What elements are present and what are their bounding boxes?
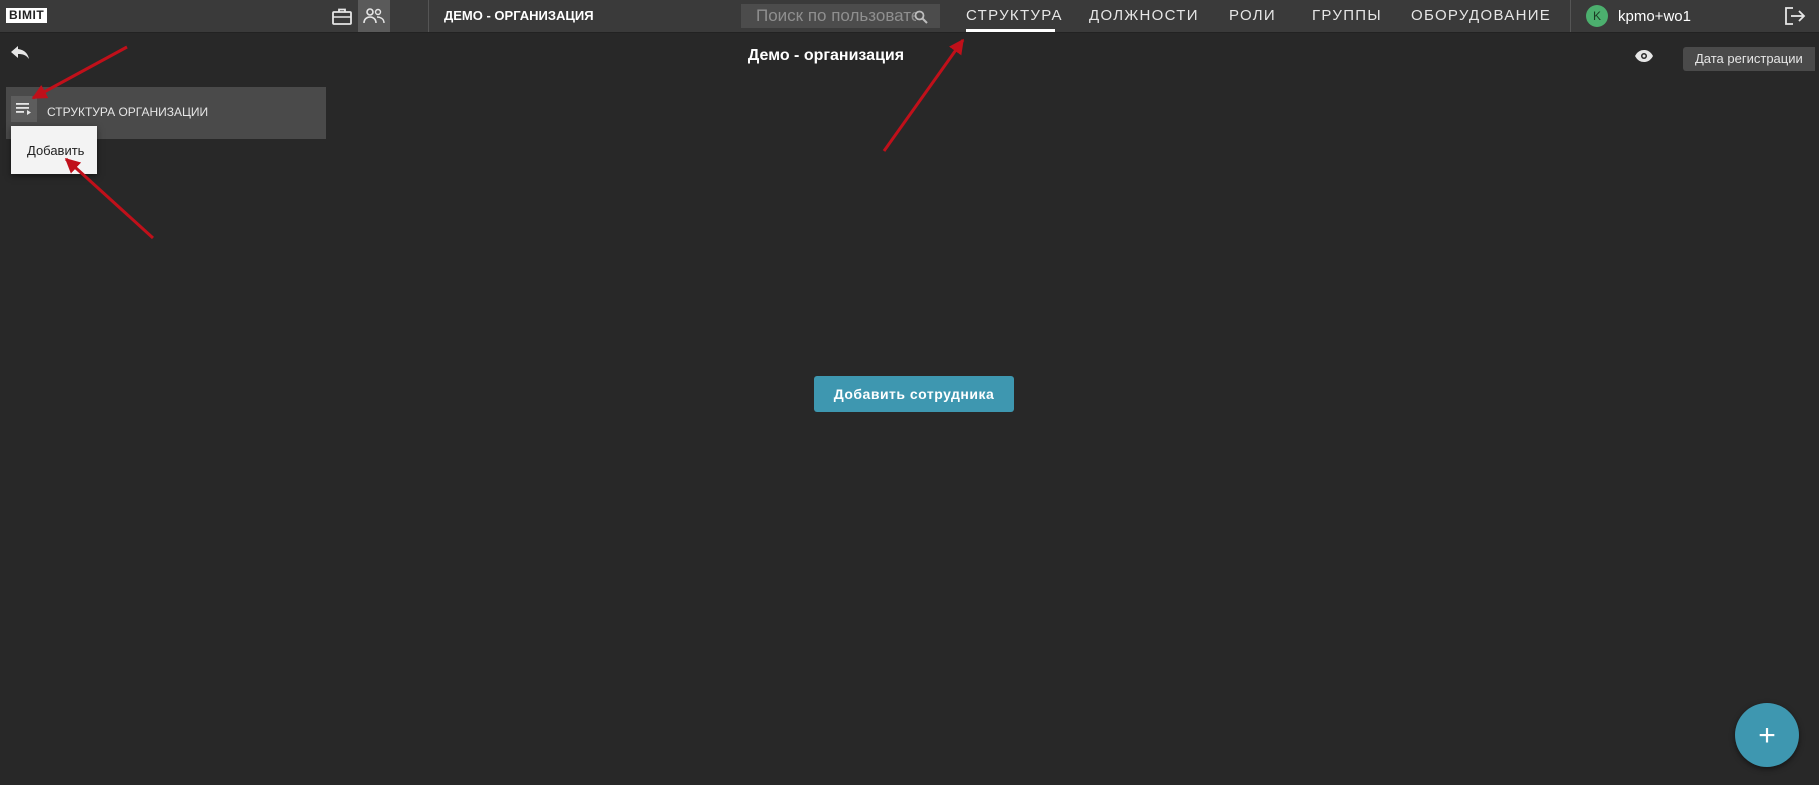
top-bar: BIMIT ДЕМО - ОРГАНИЗАЦИЯ СТРУКТУРА ДОЛЖН… [0,0,1819,33]
tab-equipment[interactable]: ОБОРУДОВАНИЕ [1411,7,1551,24]
structure-menu-dropdown: Добавить [11,126,97,174]
logout-icon[interactable] [1784,6,1806,31]
plus-icon[interactable]: + [1735,703,1799,767]
registration-date-button[interactable]: Дата регистрации [1683,47,1815,71]
app-logo: BIMIT [6,8,48,23]
add-employee-button[interactable]: Добавить сотрудника [814,376,1014,412]
avatar: K [1586,5,1608,27]
search-input[interactable] [741,5,918,27]
eye-icon[interactable] [1634,49,1654,68]
menu-item-add[interactable]: Добавить [27,143,84,158]
briefcase-icon[interactable] [326,0,358,32]
org-name: ДЕМО - ОРГАНИЗАЦИЯ [444,8,594,23]
tab-groups[interactable]: ГРУППЫ [1312,7,1382,24]
people-icon[interactable] [358,0,390,32]
user-menu[interactable]: K kpmo+wo1 [1586,5,1691,27]
tab-positions[interactable]: ДОЛЖНОСТИ [1089,7,1199,24]
user-name: kpmo+wo1 [1618,7,1691,25]
search-box [741,4,940,28]
tab-structure[interactable]: СТРУКТУРА [966,7,1063,32]
menu-list-icon[interactable] [11,96,37,122]
page-title: Демо - организация [747,47,905,64]
divider [1570,0,1571,32]
tab-roles[interactable]: РОЛИ [1229,7,1276,24]
search-icon[interactable] [914,10,928,29]
divider [428,0,429,32]
structure-title: СТРУКТУРА ОРГАНИЗАЦИИ [47,105,209,119]
